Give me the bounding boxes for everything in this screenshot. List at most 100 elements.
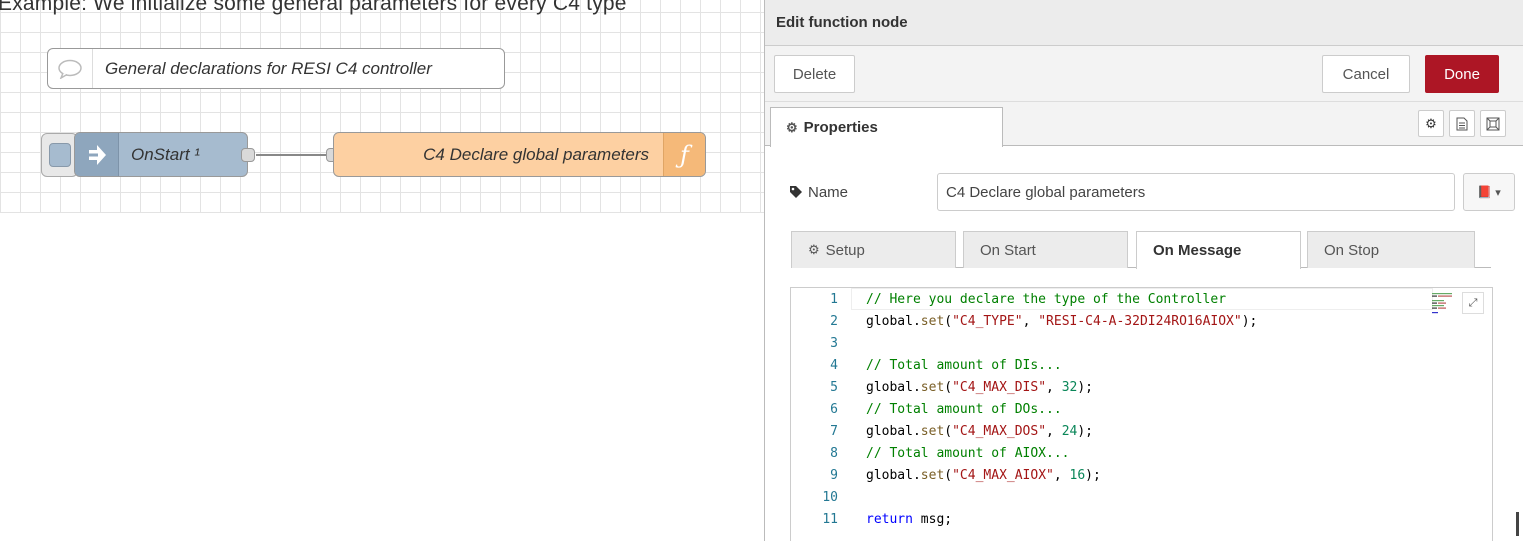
code-line[interactable]: 10 <box>791 486 1492 508</box>
edit-node-panel: Edit function node Delete Cancel Done ⚙ … <box>764 0 1523 541</box>
tab-on-message[interactable]: On Message <box>1136 231 1301 269</box>
code-line[interactable]: 1 // Here you declare the type of the Con… <box>791 288 1492 310</box>
code-token: global. <box>866 423 921 439</box>
code-line[interactable]: 2 global.set("C4_TYPE", "RESI-C4-A-32DI24… <box>791 310 1492 332</box>
code-token: set <box>920 313 945 329</box>
line-code: global.set("C4_MAX_AIOX", 16); <box>838 468 1101 483</box>
delete-button[interactable]: Delete <box>774 55 855 93</box>
code-token: ); <box>1085 467 1101 483</box>
inject-output-port[interactable] <box>241 148 255 162</box>
code-editor[interactable]: ⤢ 1// Here you declare the type of the C… <box>790 287 1493 541</box>
code-token: "C4_MAX_AIOX" <box>952 467 1054 483</box>
tab-on-start[interactable]: On Start <box>963 231 1128 268</box>
cancel-button[interactable]: Cancel <box>1322 55 1410 93</box>
tab-properties[interactable]: ⚙ Properties <box>770 107 1003 147</box>
caption-text: Example: We initialize some general para… <box>0 0 627 15</box>
code-line[interactable]: 7 global.set("C4_MAX_DOS", 24); <box>791 420 1492 442</box>
line-number: 7 <box>830 423 838 439</box>
inject-node-label: OnStart ¹ <box>131 144 200 164</box>
code-line[interactable]: 5 global.set("C4_MAX_DIS", 32); <box>791 376 1492 398</box>
code-line[interactable]: 4 // Total amount of DIs... <box>791 354 1492 376</box>
name-input[interactable]: C4 Declare global parameters <box>937 173 1455 211</box>
document-icon <box>1456 117 1468 130</box>
appearance-icon <box>1486 117 1500 130</box>
line-code: // Total amount of AIOX... <box>838 446 1070 461</box>
code-line[interactable]: 11 return msg; <box>791 508 1492 530</box>
line-code: // Total amount of DIs... <box>838 358 1062 373</box>
settings-tab-button[interactable]: ⚙ <box>1418 110 1444 137</box>
function-subtabs: ⚙ Setup On Start On Message On Stop <box>791 231 1491 269</box>
caret-down-icon: ▾ <box>1495 186 1501 199</box>
code-line[interactable]: 6 // Total amount of DOs... <box>791 398 1492 420</box>
code-token: ); <box>1241 313 1258 329</box>
line-number: 11 <box>822 511 838 527</box>
tab-properties-label: Properties <box>803 119 878 136</box>
tab-setup[interactable]: ⚙ Setup <box>791 231 956 268</box>
line-number: 8 <box>830 445 838 461</box>
code-token: set <box>920 467 945 483</box>
code-token: ( <box>944 467 953 483</box>
function-node-label: C4 Declare global parameters <box>423 144 649 164</box>
appearance-tab-button[interactable] <box>1480 110 1506 137</box>
code-line[interactable]: 9 global.set("C4_MAX_AIOX", 16); <box>791 464 1492 486</box>
code-token: , <box>1046 423 1062 439</box>
line-number: 1 <box>830 291 838 307</box>
code-token: // Here you declare the type of the Cont… <box>866 291 1227 307</box>
line-number: 2 <box>830 313 838 329</box>
line-code: global.set("C4_TYPE", "RESI-C4-A-32DI24R… <box>838 314 1257 329</box>
gear-icon: ⚙ <box>1425 115 1437 131</box>
library-dropdown-button[interactable]: 📕 ▾ <box>1463 173 1515 211</box>
panel-title: Edit function node <box>765 0 1523 46</box>
inject-trigger-square <box>49 143 71 167</box>
tag-icon <box>790 186 802 198</box>
inject-node[interactable]: OnStart ¹ <box>74 132 248 177</box>
comment-node[interactable]: General declarations for RESI C4 control… <box>47 48 505 89</box>
tab-on-stop[interactable]: On Stop <box>1307 231 1475 268</box>
name-label-text: Name <box>808 183 849 201</box>
code-token: global. <box>866 467 921 483</box>
inject-trigger-button[interactable] <box>41 133 78 177</box>
gear-icon: ⚙ <box>786 119 798 135</box>
line-number: 10 <box>822 489 838 505</box>
code-line[interactable]: 8 // Total amount of AIOX... <box>791 442 1492 464</box>
code-token: global. <box>866 379 921 395</box>
panel-toolbar: Delete Cancel Done <box>765 46 1523 102</box>
code-token: "C4_MAX_DOS" <box>952 423 1047 439</box>
line-number: 5 <box>830 379 838 395</box>
code-token: set <box>920 379 945 395</box>
code-token: , <box>1022 313 1039 329</box>
code-token: msg; <box>912 511 953 527</box>
name-label: Name <box>789 184 913 201</box>
code-token: return <box>866 511 913 527</box>
name-row: Name C4 Declare global parameters 📕 ▾ <box>789 173 1515 211</box>
line-number: 3 <box>830 335 838 351</box>
code-token: "C4_TYPE" <box>952 313 1023 329</box>
comment-icon <box>48 59 92 79</box>
description-tab-button[interactable] <box>1449 110 1475 137</box>
tab-setup-label: Setup <box>825 241 865 259</box>
flow-canvas[interactable]: Example: We initialize some general para… <box>0 0 764 541</box>
code-token: // Total amount of AIOX... <box>866 445 1070 461</box>
code-token: , <box>1046 379 1062 395</box>
scrollbar-thumb[interactable] <box>1516 512 1519 536</box>
code-token: 24 <box>1061 423 1078 439</box>
code-token: ); <box>1077 423 1093 439</box>
gear-icon: ⚙ <box>808 242 820 257</box>
code-token: ); <box>1077 379 1093 395</box>
book-icon: 📕 <box>1477 185 1493 199</box>
code-token: // Total amount of DOs... <box>866 401 1062 417</box>
arrow-in-icon <box>75 133 119 176</box>
done-button[interactable]: Done <box>1425 55 1499 93</box>
line-code: global.set("C4_MAX_DOS", 24); <box>838 424 1093 439</box>
code-token: , <box>1053 467 1070 483</box>
panel-tabs: ⚙ Properties ⚙ <box>765 102 1523 147</box>
function-node[interactable]: C4 Declare global parameters ƒ <box>333 132 706 177</box>
code-token: "C4_MAX_DIS" <box>952 379 1047 395</box>
code-line[interactable]: 3 <box>791 332 1492 354</box>
line-number: 9 <box>830 467 838 483</box>
line-code: return msg; <box>838 512 952 527</box>
connection-wire[interactable] <box>256 154 334 156</box>
code-token: "RESI-C4-A-32DI24RO16AIOX" <box>1038 313 1242 329</box>
code-token: ( <box>944 379 953 395</box>
tab-on-message-label: On Message <box>1153 242 1242 259</box>
